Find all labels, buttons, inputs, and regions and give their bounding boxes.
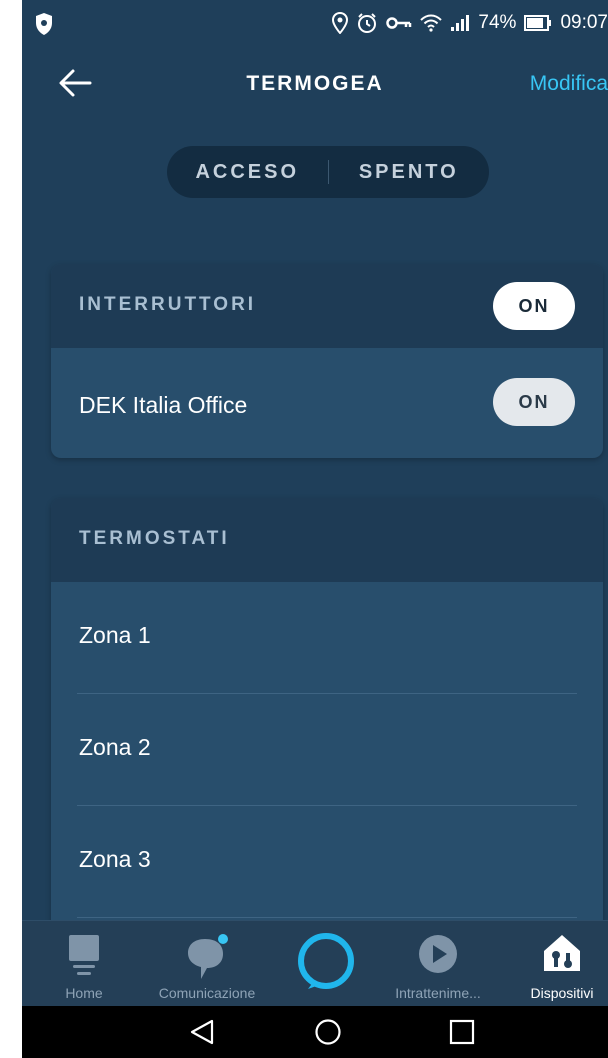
- all-switches-toggle[interactable]: ON: [493, 282, 575, 330]
- clock: 09:07: [560, 12, 608, 33]
- system-back-button[interactable]: [188, 1018, 216, 1051]
- switches-card: INTERRUTTORI ON DEK Italia Office ON: [51, 264, 603, 458]
- thermostat-label: Zona 2: [79, 734, 151, 760]
- nav-devices-label: Dispositivi: [530, 985, 594, 1001]
- page-title: TERMOGEA: [246, 72, 384, 95]
- chat-bubble-icon: [188, 934, 228, 979]
- list-item[interactable]: Zona 2: [51, 694, 603, 806]
- alexa-ring-icon: [298, 933, 354, 989]
- nav-home[interactable]: Home: [36, 921, 132, 1007]
- bottom-navigation: Home Comunicazione Intrattenime... Dispo…: [22, 920, 608, 1007]
- thermostats-card-header: TERMOSTATI: [51, 498, 603, 582]
- turn-on-button[interactable]: ACCESO: [167, 161, 328, 184]
- alarm-icon: [356, 12, 378, 34]
- app-header: TERMOGEA Modifica: [22, 58, 608, 114]
- switch-label: DEK Italia Office: [79, 392, 248, 418]
- app-screen: 74% 09:07 TERMOGEA Modifica ACCESO SPENT…: [22, 0, 608, 1058]
- play-icon: [419, 935, 457, 973]
- battery-level: 74%: [478, 12, 517, 33]
- switches-card-header: INTERRUTTORI ON: [51, 264, 603, 348]
- nav-alexa[interactable]: [284, 921, 368, 1007]
- shield-icon: [34, 12, 56, 36]
- key-icon: [386, 15, 412, 31]
- thermostat-label: Zona 3: [79, 846, 151, 872]
- thermostats-card: TERMOSTATI Zona 1 Zona 2 Zona 3: [51, 498, 603, 938]
- nav-entertainment[interactable]: Intrattenime...: [382, 921, 494, 1007]
- row-divider: [77, 917, 577, 918]
- circle-home-icon: [315, 1019, 341, 1045]
- nav-communication[interactable]: Comunicazione: [144, 921, 270, 1007]
- power-segmented-control: ACCESO SPENTO: [167, 146, 489, 198]
- status-bar: 74% 09:07: [22, 0, 608, 50]
- signal-icon: [450, 14, 470, 32]
- battery-icon: [524, 15, 552, 31]
- switches-card-title: INTERRUTTORI: [79, 294, 257, 315]
- nav-devices[interactable]: Dispositivi: [516, 921, 608, 1007]
- switch-row[interactable]: DEK Italia Office ON: [51, 348, 603, 458]
- square-recents-icon: [449, 1019, 475, 1045]
- location-icon: [332, 12, 349, 34]
- triangle-back-icon: [190, 1019, 214, 1045]
- list-item[interactable]: Zona 1: [51, 582, 603, 694]
- system-home-button[interactable]: [314, 1018, 342, 1051]
- nav-entertainment-label: Intrattenime...: [395, 985, 481, 1001]
- system-recents-button[interactable]: [448, 1018, 476, 1051]
- switch-toggle[interactable]: ON: [493, 378, 575, 426]
- devices-icon: [544, 935, 580, 971]
- thermostats-card-title: TERMOSTATI: [79, 528, 230, 549]
- nav-communication-label: Comunicazione: [158, 985, 256, 1001]
- list-item[interactable]: Zona 3: [51, 806, 603, 918]
- home-icon: [69, 935, 99, 975]
- nav-home-label: Home: [65, 985, 103, 1001]
- thermostat-label: Zona 1: [79, 622, 151, 648]
- status-indicators: 74% 09:07: [332, 12, 608, 34]
- edit-button[interactable]: Modifica: [530, 72, 608, 96]
- wifi-icon: [420, 14, 443, 32]
- turn-off-button[interactable]: SPENTO: [329, 161, 490, 184]
- system-navigation-bar: [22, 1006, 608, 1058]
